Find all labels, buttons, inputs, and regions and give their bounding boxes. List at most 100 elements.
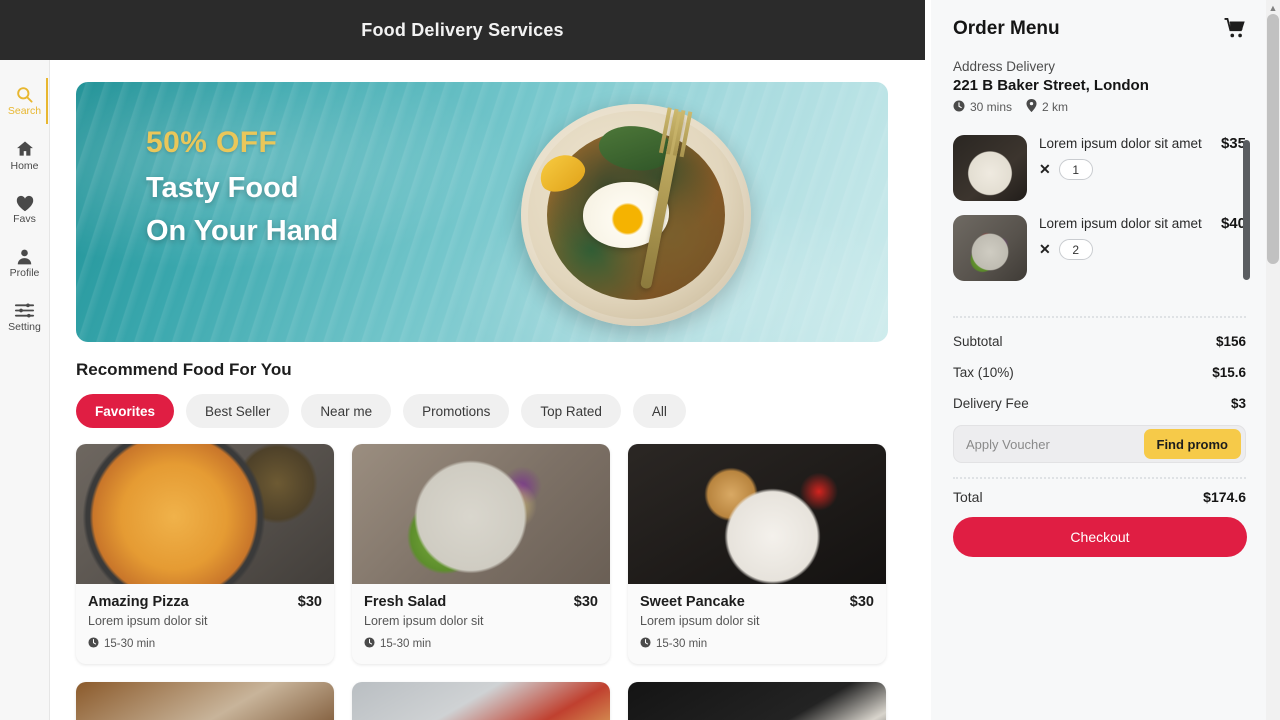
person-icon (15, 247, 34, 266)
cart-item-name: Lorem ipsum dolor sit amet (1039, 136, 1202, 151)
app-title-bar: Food Delivery Services (0, 0, 925, 60)
sidebar-item-favs[interactable]: Favs (0, 182, 50, 236)
food-name: Fresh Salad (364, 594, 447, 610)
total-value: $174.6 (1203, 489, 1246, 505)
sidebar-item-setting[interactable]: Setting (0, 290, 50, 344)
location-pin-icon (1026, 99, 1037, 115)
food-image-row2-a (76, 682, 334, 720)
find-promo-button[interactable]: Find promo (1143, 429, 1241, 459)
filter-chip-near-me[interactable]: Near me (301, 394, 392, 428)
food-description: Lorem ipsum dolor sit (640, 614, 760, 628)
cart-item-price: $35 (1220, 135, 1246, 152)
hero-copy: 50% OFF Tasty Food On Your Hand (146, 126, 338, 247)
main-content: 50% OFF Tasty Food On Your Hand Recommen… (50, 60, 925, 720)
food-card[interactable] (76, 682, 334, 720)
hero-line-2: On Your Hand (146, 215, 339, 248)
delivery-meta: 30 mins 2 km (953, 99, 1246, 115)
order-panel-header: Order Menu (953, 18, 1246, 43)
food-price: $30 (849, 594, 874, 610)
browser-scrollbar-thumb[interactable] (1267, 14, 1279, 264)
summary-value: $156 (1215, 334, 1246, 349)
summary-label: Subtotal (953, 334, 1003, 349)
filter-chip-promotions[interactable]: Promotions (403, 394, 510, 428)
sidebar-item-label: Setting (8, 321, 41, 334)
clock-icon (88, 637, 99, 651)
food-card[interactable]: Sweet Pancake $30 Lorem ipsum dolor sit … (628, 444, 886, 664)
promo-hero-banner[interactable]: 50% OFF Tasty Food On Your Hand (76, 82, 888, 342)
food-time-label: 15-30 min (380, 638, 432, 650)
hero-line-1: Tasty Food (146, 172, 299, 204)
home-icon (15, 139, 35, 159)
sidebar-item-profile[interactable]: Profile (0, 236, 50, 290)
filter-chip-favorites[interactable]: Favorites (76, 394, 175, 428)
cart-item[interactable]: Lorem ipsum dolor sit amet ✕ 2 $40 (953, 215, 1246, 281)
sidebar-item-label: Search (7, 105, 42, 118)
summary-row-tax: Tax (10%) $15.6 (953, 365, 1246, 380)
filter-chip-top-rated[interactable]: Top Rated (521, 394, 621, 428)
food-image-row2-c (628, 682, 886, 720)
search-icon (15, 85, 34, 104)
cart-item-quantity[interactable]: 2 (1058, 239, 1093, 261)
cart-item[interactable]: Lorem ipsum dolor sit amet ✕ 1 $35 (953, 135, 1246, 201)
food-card[interactable]: Amazing Pizza $30 Lorem ipsum dolor sit … (76, 444, 334, 664)
sidebar-item-label: Favs (13, 212, 36, 225)
browser-scrollbar[interactable]: ▲ (1266, 0, 1280, 720)
filter-chip-all[interactable]: All (632, 394, 686, 428)
food-description: Lorem ipsum dolor sit (88, 614, 208, 628)
summary-label: Delivery Fee (953, 396, 1029, 411)
sidebar-item-label: Home (10, 159, 39, 172)
summary-row-total: Total $174.6 (953, 489, 1246, 505)
voucher-row: Find promo (953, 425, 1246, 463)
app-title: Food Delivery Services (361, 19, 564, 40)
divider-bottom (953, 477, 1246, 479)
heart-icon (15, 194, 35, 212)
sliders-icon (14, 301, 35, 320)
food-image-pancake (628, 444, 886, 584)
food-card[interactable]: Fresh Salad $30 Lorem ipsum dolor sit 15… (352, 444, 610, 664)
food-delivery-time: 15-30 min (364, 637, 598, 651)
order-panel-title: Order Menu (953, 18, 1060, 39)
scroll-up-arrow-icon[interactable]: ▲ (1268, 3, 1278, 13)
divider-top (953, 316, 1246, 318)
food-delivery-time: 15-30 min (640, 637, 874, 651)
food-price: $30 (573, 594, 598, 610)
summary-row-delivery-fee: Delivery Fee $3 (953, 396, 1246, 411)
food-image-salad (352, 444, 610, 584)
food-card[interactable] (628, 682, 886, 720)
delivery-distance: 2 km (1042, 100, 1069, 114)
food-name: Amazing Pizza (88, 594, 189, 610)
checkout-button[interactable]: Checkout (953, 517, 1247, 557)
delivery-eta: 30 mins (970, 100, 1013, 114)
clock-icon (364, 637, 375, 651)
summary-label: Tax (10%) (953, 365, 1014, 380)
food-image-row2-b (352, 682, 610, 720)
total-label: Total (953, 489, 983, 505)
multiply-icon: ✕ (1039, 241, 1051, 258)
food-description: Lorem ipsum dolor sit (364, 614, 484, 628)
order-panel: Order Menu Address Delivery 221 B Baker … (931, 0, 1266, 720)
food-name: Sweet Pancake (640, 594, 745, 610)
cart-item-thumbnail (953, 215, 1027, 281)
cart-item-thumbnail (953, 135, 1027, 201)
address-label: Address Delivery (953, 59, 1056, 74)
food-time-label: 15-30 min (104, 638, 156, 650)
clock-icon (640, 637, 651, 651)
filter-chip-row: Favorites Best Seller Near me Promotions… (76, 394, 899, 428)
hero-discount: 50% OFF (146, 126, 278, 159)
shopping-cart-icon[interactable] (1224, 18, 1246, 43)
sidebar-nav: Search Home Favs Profile Setting (0, 60, 50, 720)
address-value: 221 B Baker Street, London (953, 77, 1149, 94)
section-title-recommend: Recommend Food For You (76, 360, 292, 379)
cart-item-quantity[interactable]: 1 (1058, 159, 1093, 181)
cart-list-scrollbar[interactable] (1243, 140, 1250, 280)
sidebar-item-home[interactable]: Home (0, 128, 50, 182)
sidebar-item-search[interactable]: Search (0, 74, 50, 128)
filter-chip-best-seller[interactable]: Best Seller (186, 394, 290, 428)
multiply-icon: ✕ (1039, 161, 1051, 178)
voucher-input[interactable] (966, 436, 1144, 452)
hero-food-plate-illustration (521, 104, 751, 326)
food-delivery-time: 15-30 min (88, 637, 322, 651)
cart-item-name: Lorem ipsum dolor sit amet (1039, 216, 1202, 231)
food-card[interactable] (352, 682, 610, 720)
food-time-label: 15-30 min (656, 638, 708, 650)
